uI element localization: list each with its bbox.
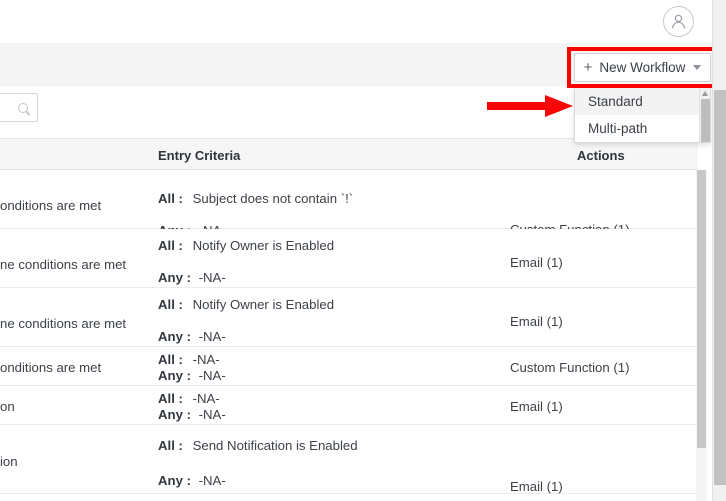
criteria-any-value: -NA- bbox=[198, 329, 226, 344]
column-header-actions: Actions bbox=[577, 147, 625, 163]
criteria-all-label: All : bbox=[158, 297, 183, 312]
plus-icon: + bbox=[583, 59, 593, 76]
table-row[interactable]: All : Send Notification is Enabled bbox=[0, 494, 698, 501]
cell-criteria-all: All : Notify Owner is Enabled bbox=[158, 297, 334, 312]
criteria-any-label: Any : bbox=[158, 368, 191, 383]
dropdown-scrollbar[interactable] bbox=[699, 88, 710, 142]
user-avatar-icon[interactable] bbox=[663, 6, 694, 37]
criteria-all-value: Subject does not contain `!` bbox=[192, 191, 354, 206]
cell-criteria-any: Any : -NA- bbox=[158, 329, 226, 344]
table-row[interactable]: ne conditions are met All : Notify Owner… bbox=[0, 229, 698, 288]
criteria-all-value: Notify Owner is Enabled bbox=[192, 297, 335, 312]
cell-workflow-name: ne conditions are met bbox=[0, 316, 127, 331]
top-bar bbox=[0, 0, 712, 43]
cell-actions: Email (1) bbox=[510, 399, 563, 414]
cell-actions: Email (1) bbox=[510, 314, 563, 329]
cell-criteria-all: All : -NA- bbox=[158, 352, 220, 367]
criteria-any-value: -NA- bbox=[198, 368, 226, 383]
criteria-any-label: Any : bbox=[158, 329, 191, 344]
criteria-any-value: -NA- bbox=[198, 473, 226, 488]
dropdown-item-multi-path[interactable]: Multi-path bbox=[575, 115, 710, 142]
cell-workflow-name: onditions are met bbox=[0, 198, 102, 213]
scroll-up-arrow-icon[interactable] bbox=[702, 91, 708, 96]
avatar-glyph bbox=[672, 14, 685, 29]
new-workflow-label: New Workflow bbox=[599, 60, 686, 75]
app-root: + New Workflow Standard Multi-path Entry… bbox=[0, 0, 726, 501]
cell-actions: Email (1) bbox=[510, 255, 563, 270]
cell-criteria-any: Any : -NA- bbox=[158, 407, 226, 422]
new-workflow-button[interactable]: + New Workflow bbox=[574, 53, 711, 82]
page-scrollbar[interactable] bbox=[712, 0, 726, 501]
annotation-arrow bbox=[487, 92, 574, 125]
table-row[interactable]: on All : -NA- Any : -NA- Email (1) bbox=[0, 386, 698, 425]
table-row[interactable]: onditions are met All : Subject does not… bbox=[0, 170, 698, 238]
arrow-right-icon bbox=[487, 95, 573, 117]
criteria-any-value: -NA- bbox=[198, 270, 226, 285]
cell-workflow-name: ne conditions are met bbox=[0, 257, 127, 272]
cell-criteria-all: All : Notify Owner is Enabled bbox=[158, 238, 334, 253]
dropdown-item-multi-path-label: Multi-path bbox=[588, 121, 648, 136]
table-row[interactable]: ion All : Send Notification is Enabled A… bbox=[0, 425, 698, 494]
dropdown-scroll-thumb[interactable] bbox=[701, 99, 710, 142]
cell-criteria-all: All : -NA- bbox=[158, 391, 220, 406]
search-icon bbox=[18, 102, 28, 113]
criteria-any-label: Any : bbox=[158, 270, 191, 285]
criteria-all-value: Notify Owner is Enabled bbox=[192, 238, 335, 253]
criteria-any-value: -NA- bbox=[198, 407, 226, 422]
criteria-all-value: Send Notification is Enabled bbox=[192, 438, 358, 453]
criteria-all-label: All : bbox=[158, 438, 183, 453]
cell-actions: Custom Function (1) bbox=[510, 360, 630, 375]
workflow-table: Entry Criteria Actions onditions are met… bbox=[0, 138, 698, 501]
cell-actions: Email (1) bbox=[510, 479, 563, 494]
cell-workflow-name: ion bbox=[0, 454, 18, 469]
criteria-any-label: Any : bbox=[158, 473, 191, 488]
criteria-all-label: All : bbox=[158, 238, 183, 253]
criteria-all-label: All : bbox=[158, 191, 183, 206]
cell-workflow-name: on bbox=[0, 399, 15, 414]
cell-criteria-all: All : Subject does not contain `!` bbox=[158, 191, 353, 206]
criteria-all-label: All : bbox=[158, 352, 183, 367]
page-scroll-thumb[interactable] bbox=[714, 90, 726, 485]
column-header-entry-criteria: Entry Criteria bbox=[158, 147, 241, 163]
cell-criteria-any: Any : -NA- bbox=[158, 270, 226, 285]
cell-workflow-name: onditions are met bbox=[0, 360, 102, 375]
criteria-all-value: -NA- bbox=[192, 391, 220, 406]
criteria-all-label: All : bbox=[158, 391, 183, 406]
criteria-any-label: Any : bbox=[158, 407, 191, 422]
table-scrollbar[interactable] bbox=[696, 170, 707, 501]
dropdown-item-standard-label: Standard bbox=[588, 94, 643, 109]
search-input[interactable] bbox=[0, 93, 38, 122]
cell-criteria-any: Any : -NA- bbox=[158, 368, 226, 383]
cell-criteria-all: All : Send Notification is Enabled bbox=[158, 438, 358, 453]
table-row[interactable]: ne conditions are met All : Notify Owner… bbox=[0, 288, 698, 347]
new-workflow-dropdown: Standard Multi-path bbox=[574, 87, 711, 143]
criteria-all-value: -NA- bbox=[192, 352, 220, 367]
cell-criteria-any: Any : -NA- bbox=[158, 473, 226, 488]
table-scroll-thumb[interactable] bbox=[697, 170, 706, 448]
chevron-down-icon bbox=[693, 65, 702, 70]
table-row[interactable]: onditions are met All : -NA- Any : -NA- … bbox=[0, 347, 698, 386]
dropdown-item-standard[interactable]: Standard bbox=[575, 88, 710, 115]
